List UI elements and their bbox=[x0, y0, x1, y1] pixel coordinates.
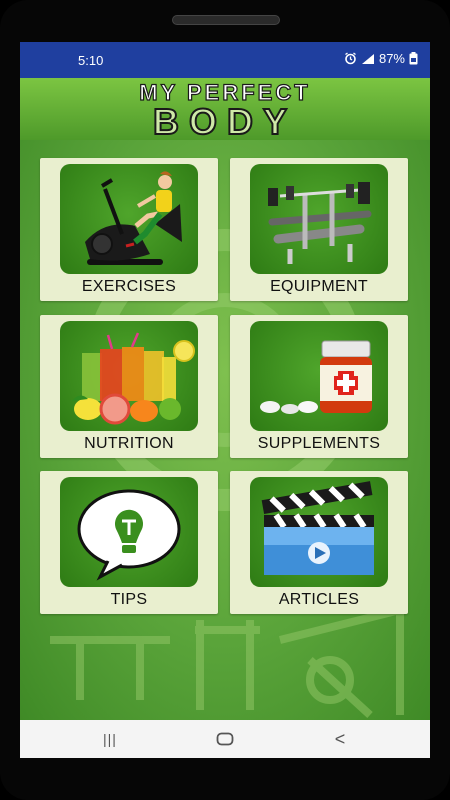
back-icon: < bbox=[334, 728, 346, 749]
logo-bottom-text: BODY bbox=[153, 101, 297, 140]
battery-icon bbox=[409, 52, 418, 65]
status-icons: 87% bbox=[344, 51, 418, 66]
juice-fruit-icon bbox=[60, 321, 198, 431]
home-icon bbox=[216, 732, 234, 746]
menu-tile-articles[interactable]: ARTICLES bbox=[230, 471, 408, 614]
bench-press-icon bbox=[250, 164, 388, 274]
exercise-bike-icon bbox=[60, 164, 198, 274]
menu-tile-supplements[interactable]: SUPPLEMENTS bbox=[230, 315, 408, 458]
menu-label-equipment: EQUIPMENT bbox=[270, 278, 368, 295]
menu-label-nutrition: NUTRITION bbox=[84, 435, 174, 452]
alarm-icon bbox=[345, 52, 356, 65]
home-button[interactable] bbox=[210, 728, 240, 750]
app-header: MY PERFECT BODY bbox=[20, 78, 430, 142]
signal-icon bbox=[361, 53, 374, 64]
menu-label-exercises: EXERCISES bbox=[81, 278, 177, 295]
lightbulb-speech-icon bbox=[60, 477, 198, 587]
status-time: 5:10 bbox=[78, 53, 104, 68]
status-bar: 5:10 87% bbox=[20, 42, 430, 78]
menu-label-articles: ARTICLES bbox=[278, 591, 360, 608]
main-menu: EXERCISES EQUIPMENT NUTRITION SUPPLEMENT… bbox=[20, 140, 430, 720]
app-logo: MY PERFECT BODY bbox=[139, 79, 309, 140]
menu-tile-nutrition[interactable]: NUTRITION bbox=[40, 315, 218, 458]
recents-icon: ||| bbox=[103, 731, 117, 747]
menu-tile-exercises[interactable]: EXERCISES bbox=[40, 158, 218, 301]
screen: 5:10 87% MY PERFECT BODY EXERCISES EQUIP… bbox=[20, 42, 430, 758]
menu-tile-equipment[interactable]: EQUIPMENT bbox=[230, 158, 408, 301]
menu-tile-tips[interactable]: TIPS bbox=[40, 471, 218, 614]
pill-bottle-icon bbox=[250, 321, 388, 431]
battery-percent: 87% bbox=[378, 51, 405, 66]
recents-button[interactable]: ||| bbox=[95, 728, 125, 750]
phone-frame: 5:10 87% MY PERFECT BODY EXERCISES EQUIP… bbox=[0, 0, 450, 800]
back-button[interactable]: < bbox=[325, 728, 355, 750]
speaker-grille bbox=[172, 15, 280, 25]
menu-label-supplements: SUPPLEMENTS bbox=[257, 435, 381, 452]
system-nav-bar: ||| < bbox=[20, 720, 430, 758]
clapperboard-video-icon bbox=[250, 477, 388, 587]
menu-label-tips: TIPS bbox=[110, 591, 148, 608]
